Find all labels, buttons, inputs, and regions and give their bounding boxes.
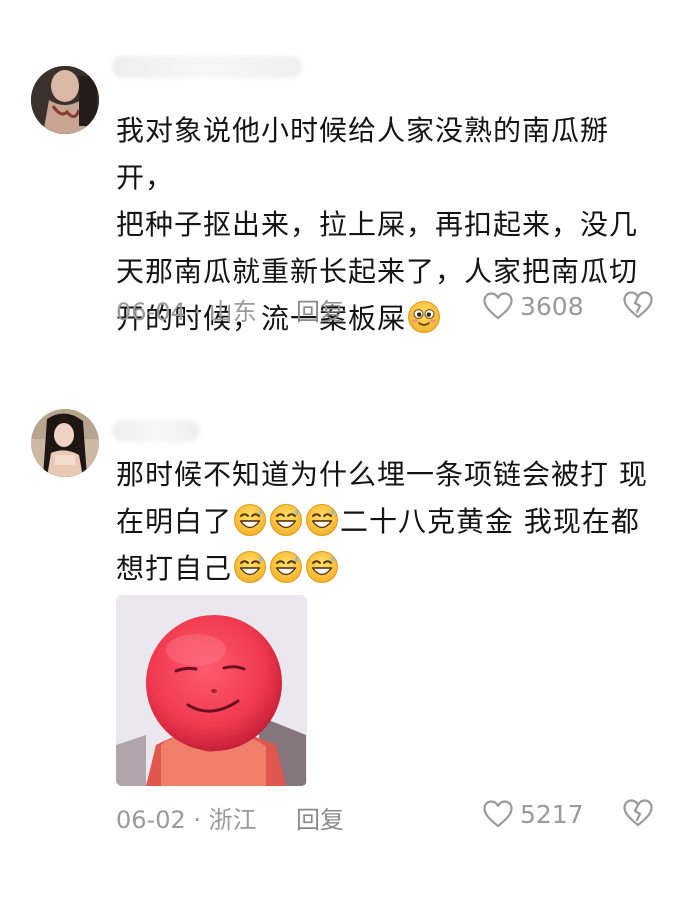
reply-button[interactable]: 回复 bbox=[296, 292, 344, 327]
red-face-meme-sticker[interactable] bbox=[116, 595, 307, 786]
date-location: 06-04 · 山东 bbox=[116, 298, 257, 326]
like-button[interactable]: 5217 bbox=[482, 794, 584, 834]
comment-text-line-2: 把种子抠出来，拉上屎，再扣起来，没几 bbox=[116, 208, 639, 241]
comment-text-line-2: 在明白了 bbox=[116, 505, 233, 538]
comment-text: 那时候不知道为什么埋一条项链会被打 现 在明白了 二十八克黄金 我现在都 想打自己 bbox=[116, 451, 664, 592]
grin-sweat-emoji bbox=[233, 503, 267, 537]
heart-outline-icon bbox=[483, 292, 513, 320]
broken-heart-icon[interactable] bbox=[622, 796, 654, 830]
grin-sweat-emoji bbox=[269, 550, 303, 584]
comment-meta: 06-02 · 浙江 回复 5217 bbox=[116, 794, 664, 834]
heart-outline-icon bbox=[483, 800, 513, 828]
avatar[interactable] bbox=[31, 66, 99, 134]
like-count: 3608 bbox=[520, 291, 584, 321]
comment-text-line-3: 天那南瓜就重新长起来了，人家把南瓜切 bbox=[116, 255, 639, 288]
grin-sweat-emoji bbox=[269, 503, 303, 537]
avatar[interactable] bbox=[31, 409, 99, 477]
like-count: 5217 bbox=[520, 799, 584, 829]
comment-text-line-1: 那时候不知道为什么埋一条项链会被打 现 bbox=[116, 458, 648, 491]
grin-sweat-emoji bbox=[305, 503, 339, 537]
username-blurred[interactable] bbox=[112, 420, 200, 442]
comment-text-line-2b: 二十八克黄金 我现在都 bbox=[340, 505, 640, 538]
reply-button[interactable]: 回复 bbox=[296, 800, 344, 835]
date-location: 06-02 · 浙江 bbox=[116, 806, 257, 834]
grin-sweat-emoji bbox=[233, 550, 267, 584]
like-button[interactable]: 3608 bbox=[482, 286, 584, 326]
grin-sweat-emoji bbox=[305, 550, 339, 584]
broken-heart-icon[interactable] bbox=[622, 288, 654, 322]
comment-text-line-1: 我对象说他小时候给人家没熟的南瓜掰开， bbox=[116, 114, 610, 194]
username-blurred[interactable] bbox=[112, 56, 302, 78]
comment-text-line-3: 想打自己 bbox=[116, 552, 233, 585]
comment-meta: 06-04 · 山东 回复 3608 bbox=[116, 286, 664, 326]
